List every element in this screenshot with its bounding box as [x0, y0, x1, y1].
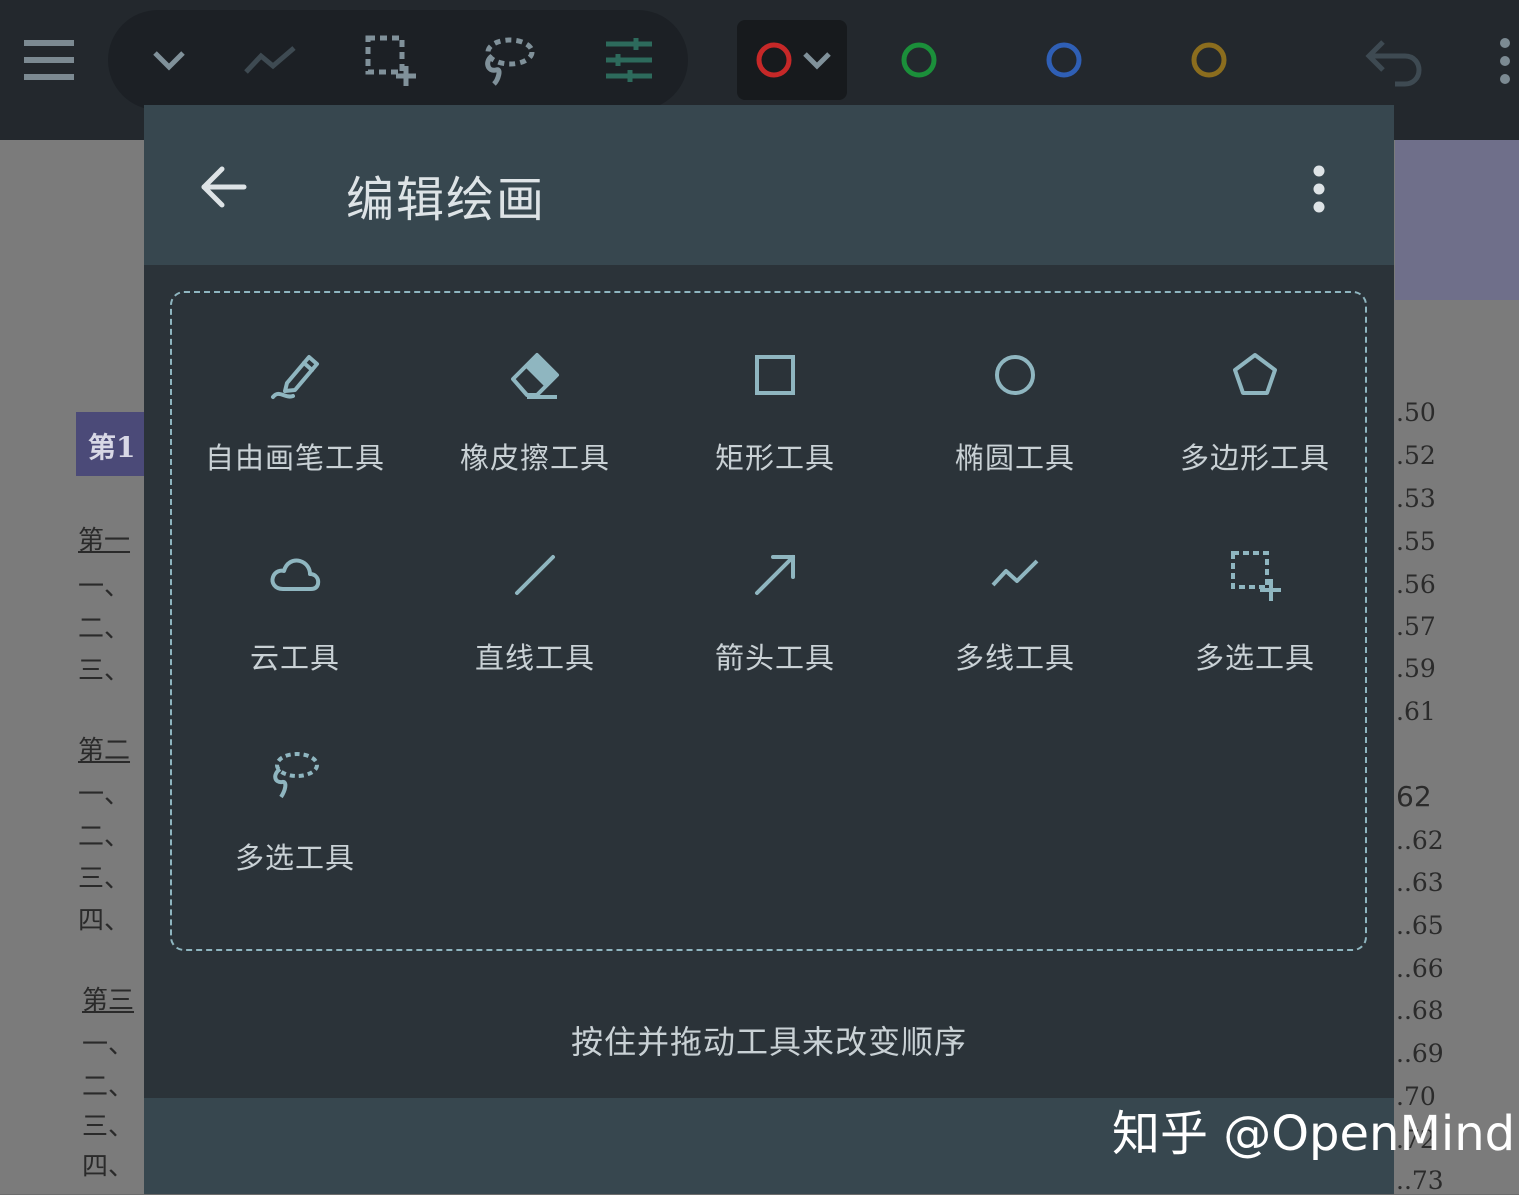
list-item: 一、 — [78, 780, 131, 810]
arrow-back-icon — [201, 166, 247, 208]
undo-icon[interactable] — [1360, 34, 1424, 94]
page-number: .57 — [1396, 612, 1436, 641]
watermark: 知乎 @OpenMind — [1112, 1106, 1516, 1162]
list-item: 一、 — [78, 572, 131, 602]
lasso-icon[interactable] — [478, 32, 538, 88]
tool-arrow[interactable]: 箭头工具 — [655, 529, 895, 729]
section-heading: 第二 — [78, 736, 131, 766]
tool-eraser[interactable]: 橡皮擦工具 — [415, 329, 655, 529]
eraser-icon — [511, 353, 559, 399]
tool-label: 多线工具 — [954, 641, 1075, 675]
list-item: 二、 — [78, 614, 131, 644]
tool-label: 矩形工具 — [714, 441, 835, 475]
arrow-icon — [755, 555, 795, 595]
polyline-icon — [991, 559, 1039, 587]
tool-label: 箭头工具 — [714, 641, 835, 675]
page-number: .56 — [1396, 570, 1436, 599]
tool-line[interactable]: 直线工具 — [415, 529, 655, 729]
tool-label: 云工具 — [249, 641, 340, 675]
page-number: 62 — [1396, 780, 1432, 813]
ellipse-icon — [995, 355, 1035, 395]
list-item: 二、 — [78, 822, 131, 852]
page-number: .53 — [1396, 484, 1436, 513]
page-number: .50 — [1396, 398, 1436, 427]
page-number: ..62 — [1396, 826, 1444, 855]
tool-cloud[interactable]: 云工具 — [175, 529, 415, 729]
color-blue-icon[interactable] — [1044, 40, 1084, 80]
rectangle-icon — [755, 355, 795, 395]
tune-icon[interactable] — [600, 34, 658, 86]
tool-multi-select[interactable]: 多选工具 — [1135, 529, 1375, 729]
dialog-header: 编辑绘画 — [144, 105, 1394, 265]
tool-label: 橡皮擦工具 — [459, 441, 610, 475]
section-heading: 第一 — [78, 526, 131, 556]
list-item: 四、 — [82, 1152, 135, 1182]
page-number: ..66 — [1396, 954, 1444, 983]
tool-label: 直线工具 — [474, 641, 595, 675]
section-heading: 第三 — [82, 986, 135, 1016]
color-green-icon[interactable] — [899, 40, 939, 80]
tool-label: 自由画笔工具 — [204, 441, 385, 475]
line-icon — [515, 555, 555, 595]
tool-label: 椭圆工具 — [954, 441, 1075, 475]
page-number: .59 — [1396, 654, 1436, 683]
page-number: ..69 — [1396, 1039, 1444, 1068]
tool-polygon[interactable]: 多边形工具 — [1135, 329, 1375, 529]
list-item: 一、 — [82, 1030, 135, 1060]
tool-grid: 自由画笔工具 橡皮擦工具 矩形工具 椭圆工具 多边形工具 云工具 直线工具 箭头… — [170, 291, 1367, 951]
tool-label: 多选工具 — [234, 841, 355, 875]
chapter-heading: 第1 — [88, 431, 136, 464]
polyline-icon[interactable] — [240, 40, 300, 80]
page-number: .55 — [1396, 527, 1436, 556]
tool-label: 多边形工具 — [1179, 441, 1330, 475]
overflow-menu-button[interactable] — [1294, 157, 1344, 221]
dialog-title: 编辑绘画 — [346, 172, 547, 228]
tool-polyline[interactable]: 多线工具 — [895, 529, 1135, 729]
chevron-down-icon[interactable] — [148, 40, 190, 80]
color-red-icon — [754, 40, 794, 80]
select-rect-icon — [1231, 551, 1281, 601]
tool-lasso-select[interactable]: 多选工具 — [175, 729, 415, 929]
list-item: 四、 — [78, 906, 131, 936]
menu-icon[interactable] — [20, 34, 78, 86]
tool-label: 多选工具 — [1194, 641, 1315, 675]
chevron-down-icon — [800, 46, 834, 74]
tool-ellipse[interactable]: 椭圆工具 — [895, 329, 1135, 529]
list-item: 三、 — [82, 1112, 135, 1142]
more-vert-icon[interactable] — [1492, 36, 1518, 86]
edit-drawing-dialog: 编辑绘画 自由画笔工具 橡皮擦工具 矩形工具 椭圆工具 多边形工具 云工具 直线… — [144, 105, 1394, 1194]
page-number: ..63 — [1396, 868, 1444, 897]
select-rect-icon[interactable] — [360, 30, 420, 90]
list-item: 三、 — [78, 656, 131, 686]
tool-freehand-pen[interactable]: 自由画笔工具 — [175, 329, 415, 529]
back-button[interactable] — [192, 157, 256, 221]
page-number: .61 — [1396, 697, 1436, 726]
polygon-icon — [1233, 353, 1277, 395]
more-vert-icon — [1313, 165, 1325, 213]
list-item: 二、 — [82, 1072, 135, 1102]
lasso-icon — [273, 752, 319, 799]
page-number: ..65 — [1396, 911, 1444, 940]
page-number: .52 — [1396, 441, 1436, 470]
cloud-icon — [270, 558, 321, 591]
color-amber-icon[interactable] — [1189, 40, 1229, 80]
reorder-hint: 按住并拖动工具来改变顺序 — [570, 1023, 967, 1061]
list-item: 三、 — [78, 864, 131, 894]
page-number: ..68 — [1396, 996, 1444, 1025]
decorative-graphic — [1395, 140, 1519, 300]
pen-icon — [271, 355, 319, 399]
tool-rectangle[interactable]: 矩形工具 — [655, 329, 895, 529]
page-number: ..73 — [1396, 1166, 1444, 1195]
